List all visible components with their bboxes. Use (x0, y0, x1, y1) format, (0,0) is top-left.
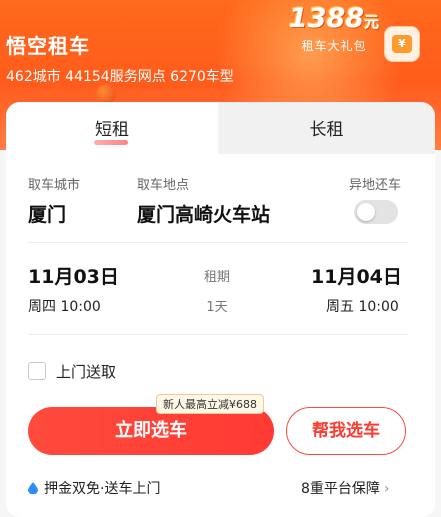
tab-long-term[interactable]: 长租 (218, 102, 435, 154)
tab-long-term-label: 长租 (309, 120, 344, 140)
deposit-free-text: 押金双免·送车上门 (44, 481, 161, 497)
duration-value: 1天 (206, 300, 228, 315)
promo-caption: 租车大礼包 (301, 39, 367, 53)
chevron-right-icon: › (383, 481, 390, 497)
app-title: 悟空租车 (6, 34, 90, 58)
decorative-ball (96, 84, 116, 104)
deposit-free-feature[interactable]: 押金双免·送车上门 (28, 478, 160, 498)
different-return-label: 异地还车 (349, 178, 402, 193)
help-me-choose-button[interactable]: 帮我选车 (286, 407, 406, 455)
pickup-city-label: 取车城市 (28, 178, 81, 193)
gift-pack-promo[interactable]: 1388元 租车大礼包 (284, 0, 384, 56)
pickup-time[interactable]: 周四 10:00 (28, 296, 101, 316)
toggle-knob (357, 203, 375, 221)
tab-short-term[interactable]: 短租 (6, 102, 218, 154)
divider (28, 242, 408, 243)
booking-card: 短租 长租 取车城市 厦门 取车地点 厦门高崎火车站 异地还车 11月03日 周… (6, 102, 435, 517)
gift-symbol: ¥ (392, 35, 412, 53)
water-drop-icon (28, 482, 38, 494)
app-stats-subtitle: 462城市 44154服务网点 6270车型 (6, 69, 234, 85)
promo-amount-unit: 元 (364, 13, 380, 31)
gift-box-icon[interactable]: ¥ (384, 26, 420, 62)
pickup-location-label: 取车地点 (137, 178, 190, 193)
duration-label: 租期 (203, 270, 230, 285)
pickup-city-value[interactable]: 厦门 (28, 200, 66, 227)
return-date[interactable]: 11月04日 (311, 262, 402, 289)
promo-amount-number: 1388 (288, 3, 365, 34)
select-car-button[interactable]: 立即选车 (28, 407, 274, 455)
different-return-toggle[interactable] (354, 200, 398, 224)
return-time[interactable]: 周五 10:00 (326, 296, 399, 316)
tab-short-term-label: 短租 (95, 120, 129, 140)
new-user-discount-badge: 新人最高立减¥688 (156, 394, 264, 414)
divider (28, 334, 408, 335)
door-pickup-label[interactable]: 上门送取 (56, 361, 116, 382)
pickup-date[interactable]: 11月03日 (28, 262, 119, 289)
pickup-location-value[interactable]: 厦门高崎火车站 (137, 200, 270, 227)
promo-amount: 1388元 (284, 2, 384, 39)
platform-guarantee-text: 8重平台保障 (301, 481, 380, 497)
active-tab-indicator (94, 140, 128, 145)
door-pickup-checkbox[interactable] (28, 362, 46, 380)
platform-guarantee-link[interactable]: 8重平台保障 › (301, 478, 390, 498)
